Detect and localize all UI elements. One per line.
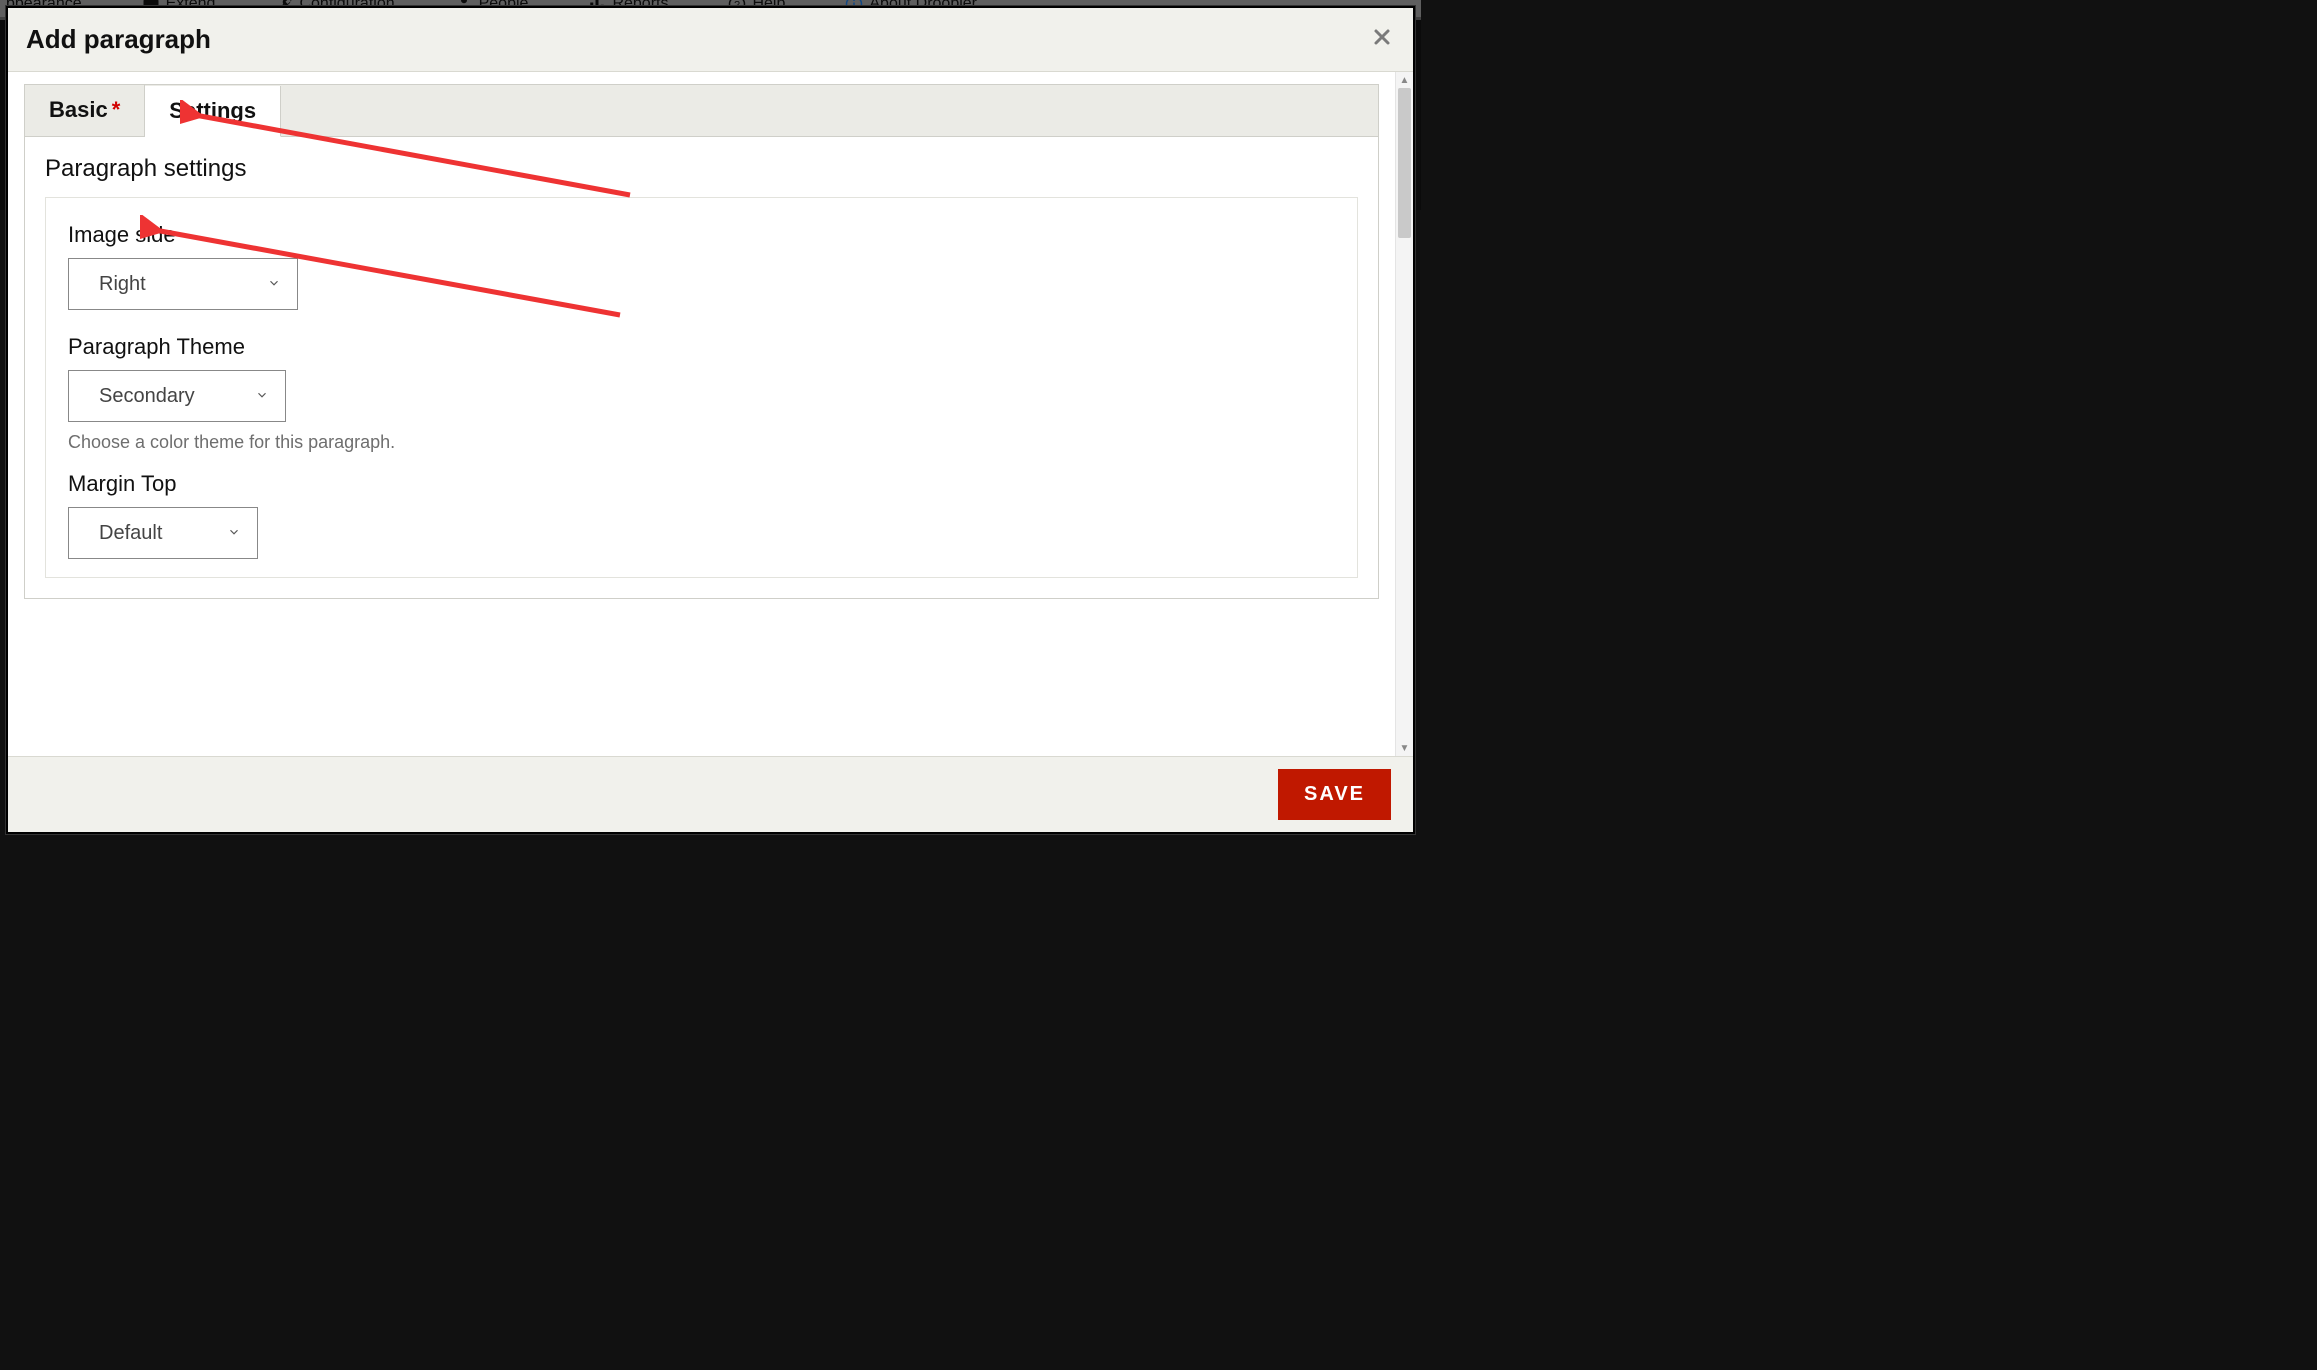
chevron-down-icon bbox=[255, 385, 269, 408]
tab-panel: Basic* Settings Paragraph settings Image… bbox=[24, 84, 1379, 599]
modal-close-button[interactable] bbox=[1369, 24, 1395, 55]
section-heading-paragraph-settings: Paragraph settings bbox=[45, 155, 1358, 183]
tab-settings[interactable]: Settings bbox=[145, 86, 281, 137]
scroll-up-icon[interactable]: ▲ bbox=[1396, 72, 1413, 88]
tab-basic[interactable]: Basic* bbox=[25, 85, 145, 136]
select-margin-top[interactable]: Default bbox=[68, 507, 258, 559]
modal-title: Add paragraph bbox=[26, 24, 211, 55]
tab-settings-body: Paragraph settings Image side Right Para… bbox=[25, 137, 1378, 598]
modal-header: Add paragraph bbox=[8, 8, 1413, 72]
required-asterisk: * bbox=[112, 97, 121, 122]
label-paragraph-theme: Paragraph Theme bbox=[68, 334, 1335, 360]
select-paragraph-theme[interactable]: Secondary bbox=[68, 370, 286, 422]
select-value: Default bbox=[99, 522, 162, 545]
select-value: Secondary bbox=[99, 385, 195, 408]
modal-footer: SAVE bbox=[8, 756, 1413, 832]
chevron-down-icon bbox=[267, 273, 281, 296]
save-button[interactable]: SAVE bbox=[1278, 769, 1391, 820]
tab-strip: Basic* Settings bbox=[25, 85, 1378, 137]
chevron-down-icon bbox=[227, 522, 241, 545]
label-image-side: Image side bbox=[68, 222, 1335, 248]
fieldset-paragraph-settings: Image side Right Paragraph Theme Seconda… bbox=[45, 197, 1358, 578]
tab-label: Settings bbox=[169, 98, 256, 123]
tab-label: Basic bbox=[49, 97, 108, 122]
modal-add-paragraph: Add paragraph Basic* Settings Paragraph … bbox=[6, 6, 1415, 834]
scrollbar-vertical[interactable]: ▲ ▼ bbox=[1395, 72, 1413, 756]
scroll-down-icon[interactable]: ▼ bbox=[1396, 740, 1413, 756]
select-value: Right bbox=[99, 273, 146, 296]
help-paragraph-theme: Choose a color theme for this paragraph. bbox=[68, 432, 1335, 453]
scrollbar-thumb[interactable] bbox=[1398, 88, 1411, 238]
modal-body: Basic* Settings Paragraph settings Image… bbox=[8, 72, 1395, 756]
close-icon bbox=[1373, 28, 1391, 46]
label-margin-top: Margin Top bbox=[68, 471, 1335, 497]
select-image-side[interactable]: Right bbox=[68, 258, 298, 310]
